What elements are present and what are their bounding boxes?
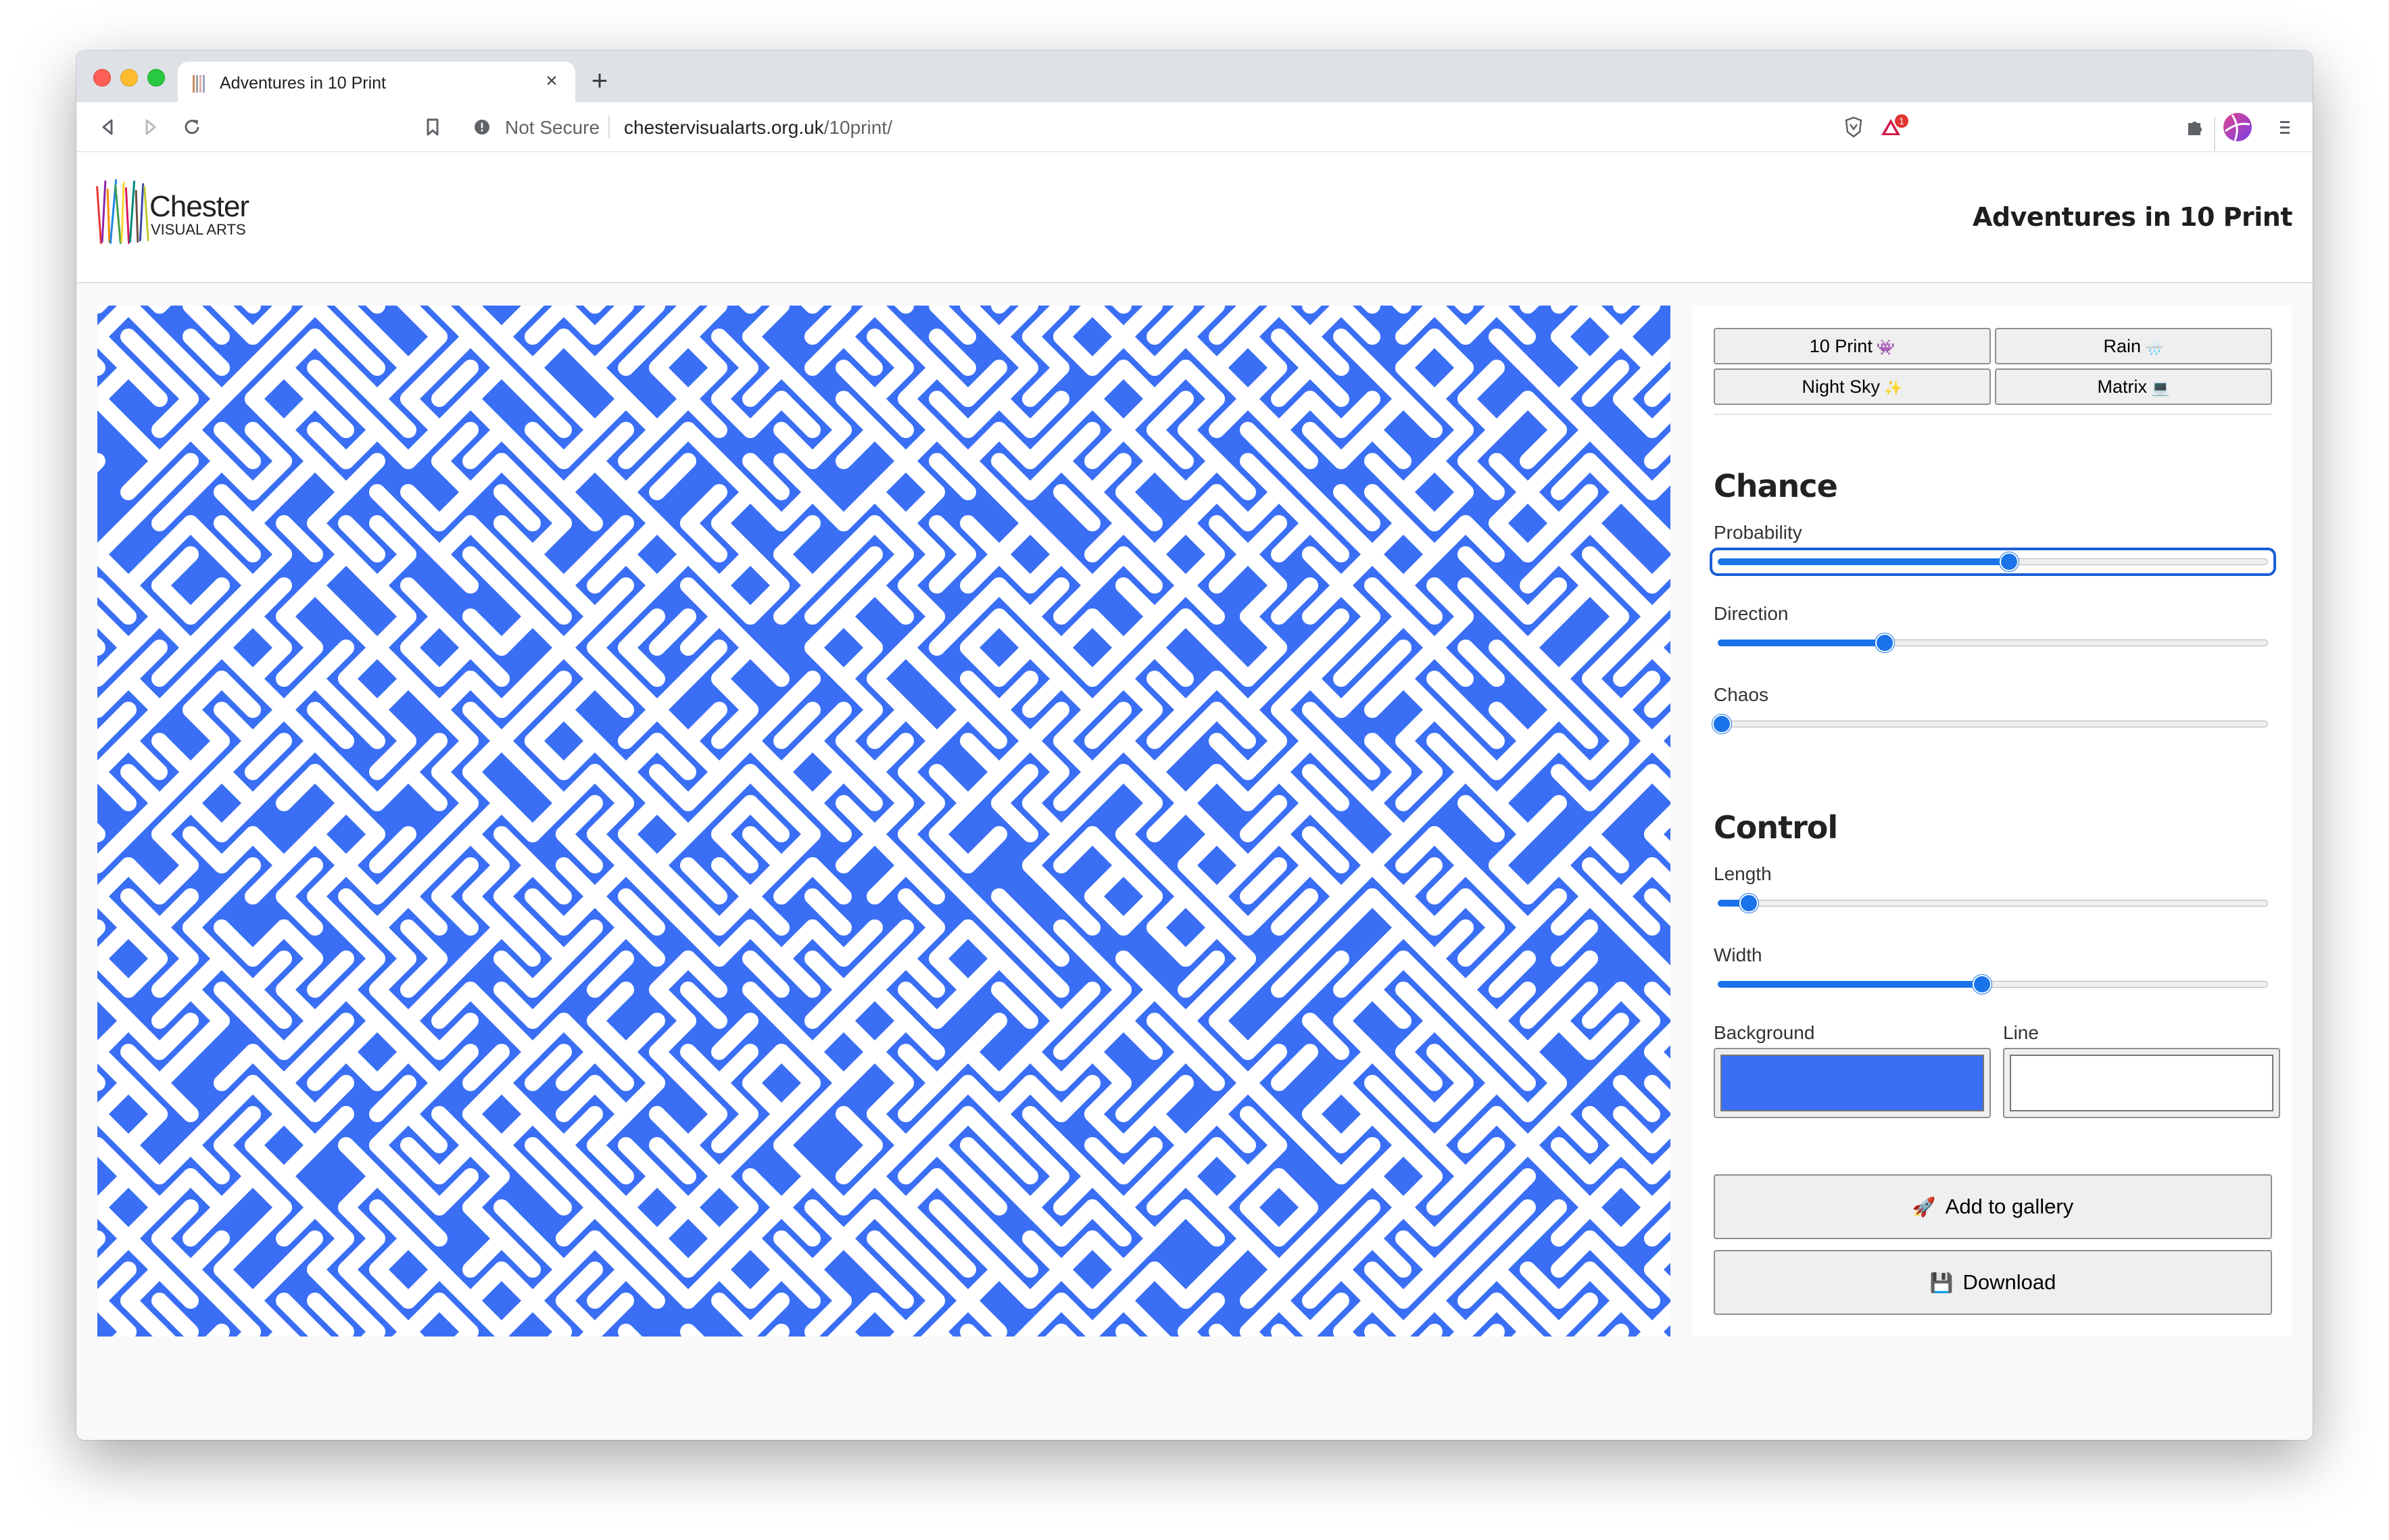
download-button[interactable]: 💾 Download bbox=[1714, 1250, 2272, 1315]
preset-rain-button[interactable]: Rain 🌧️ bbox=[1995, 328, 2272, 364]
direction-label: Direction bbox=[1714, 603, 1789, 624]
reload-icon[interactable] bbox=[179, 114, 205, 140]
width-slider[interactable] bbox=[1714, 974, 2272, 994]
url-text[interactable]: chestervisualarts.org.uk/10print/ bbox=[624, 117, 892, 139]
chaos-slider[interactable] bbox=[1712, 714, 2272, 734]
length-slider[interactable] bbox=[1714, 893, 2272, 913]
probability-slider[interactable] bbox=[1710, 548, 2276, 576]
new-tab-button[interactable]: + bbox=[585, 66, 614, 95]
url-separator bbox=[608, 116, 610, 139]
extension-badge: 1 bbox=[1899, 116, 1904, 126]
menu-icon[interactable] bbox=[2272, 114, 2298, 140]
floppy-disk-icon: 💾 bbox=[1929, 1272, 1954, 1293]
bookmark-icon[interactable] bbox=[420, 114, 445, 140]
line-swatch bbox=[2010, 1055, 2273, 1111]
omnibox-divider bbox=[2214, 117, 2215, 151]
panel-divider bbox=[1714, 414, 2272, 415]
control-heading: Control bbox=[1714, 809, 1838, 846]
forward-icon[interactable] bbox=[137, 114, 163, 140]
site-header: Chester VISUAL ARTS Adventures in 10 Pri… bbox=[76, 152, 2313, 283]
back-icon[interactable] bbox=[95, 114, 121, 140]
background-color-picker[interactable] bbox=[1714, 1048, 1991, 1118]
line-label: Line bbox=[2003, 1022, 2039, 1043]
close-window-button[interactable] bbox=[93, 69, 111, 87]
browser-toolbar: Not Secure chestervisualarts.org.uk/10pr… bbox=[76, 102, 2313, 152]
web-page: Chester VISUAL ARTS Adventures in 10 Pri… bbox=[76, 152, 2313, 1440]
logo-name: Chester bbox=[149, 190, 249, 223]
preset-10-print-button[interactable]: 10 Print 👾 bbox=[1714, 328, 1991, 364]
probability-label: Probability bbox=[1714, 522, 1802, 543]
browser-tab[interactable]: Adventures in 10 Print × bbox=[178, 62, 575, 102]
controls-panel: 10 Print 👾 Rain 🌧️ Night Sky ✨ Matrix 💻 Chan… bbox=[1692, 306, 2292, 1337]
minimize-window-button[interactable] bbox=[120, 69, 138, 87]
rewards-icon[interactable]: 1 bbox=[1877, 114, 1915, 140]
tab-close-icon[interactable]: × bbox=[540, 70, 563, 93]
browser-window: Adventures in 10 Print × + Not Secure ch… bbox=[76, 51, 2313, 1440]
background-label: Background bbox=[1714, 1022, 1815, 1043]
chester-visual-arts-logo[interactable]: Chester VISUAL ARTS bbox=[96, 179, 252, 247]
preset-night-sky-button[interactable]: Night Sky ✨ bbox=[1714, 368, 1991, 405]
favicon-icon bbox=[193, 75, 206, 93]
page-title: Adventures in 10 Print bbox=[1972, 202, 2293, 232]
line-color-picker[interactable] bbox=[2003, 1048, 2280, 1118]
width-label: Width bbox=[1714, 944, 1762, 965]
artwork-canvas[interactable] bbox=[97, 306, 1670, 1337]
extensions-puzzle-icon[interactable] bbox=[2182, 114, 2208, 140]
chance-heading: Chance bbox=[1714, 468, 1838, 504]
address-bar[interactable]: Not Secure chestervisualarts.org.uk/10pr… bbox=[463, 109, 2215, 151]
logo-subtitle: VISUAL ARTS bbox=[151, 221, 246, 238]
brave-shield-icon[interactable] bbox=[1841, 114, 1866, 140]
security-label: Not Secure bbox=[505, 117, 600, 138]
add-to-gallery-button[interactable]: 🚀 Add to gallery bbox=[1714, 1174, 2272, 1239]
background-swatch bbox=[1720, 1055, 1984, 1111]
logo-lines-icon bbox=[96, 179, 151, 247]
ten-print-artwork bbox=[97, 306, 1670, 1337]
info-icon[interactable] bbox=[474, 119, 490, 135]
preset-matrix-button[interactable]: Matrix 💻 bbox=[1995, 368, 2272, 405]
profile-avatar[interactable] bbox=[2223, 112, 2252, 142]
tab-title: Adventures in 10 Print bbox=[220, 74, 386, 93]
zoom-window-button[interactable] bbox=[147, 69, 165, 87]
length-label: Length bbox=[1714, 863, 1772, 884]
rocket-icon: 🚀 bbox=[1912, 1197, 1936, 1218]
direction-slider[interactable] bbox=[1714, 633, 2272, 653]
chaos-label: Chaos bbox=[1714, 684, 1768, 705]
tab-strip: Adventures in 10 Print × + bbox=[76, 51, 2313, 102]
